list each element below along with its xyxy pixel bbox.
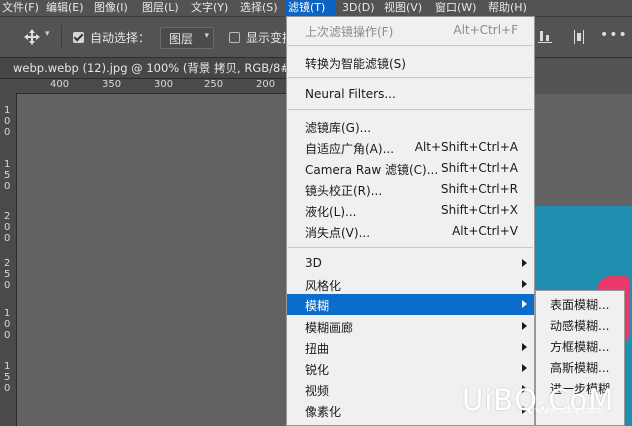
ruler-label-v: 200 <box>4 211 11 244</box>
watermark-url: www.uibq.com <box>535 406 601 416</box>
vertical-ruler[interactable]: 100 150 200 250 100 150 <box>0 93 17 426</box>
submenu-arrow-icon <box>522 343 527 351</box>
ruler-label-v: 100 <box>4 105 11 138</box>
submenu-arrow-icon <box>522 280 527 288</box>
menu-item-last-filter[interactable]: 上次滤镜操作(F) Alt+Ctrl+F <box>287 20 534 41</box>
ruler-label: 400 <box>50 79 70 90</box>
menu-help[interactable]: 帮助(H) <box>486 0 527 16</box>
menu-item-camera-raw[interactable]: Camera Raw 滤镜(C)... Shift+Ctrl+A <box>287 158 534 179</box>
menu-item-convert-smart-filter[interactable]: 转换为智能滤镜(S) <box>287 52 534 73</box>
layer-select-dropdown[interactable]: 图层 ▾ <box>160 27 214 49</box>
menu-type[interactable]: 文字(Y) <box>189 0 228 16</box>
menu-item-filter-gallery[interactable]: 滤镜库(G)... <box>287 116 534 137</box>
move-tool-icon[interactable] <box>23 28 41 46</box>
chevron-down-icon[interactable]: ▾ <box>45 29 50 39</box>
menu-item-vanishing-point[interactable]: 消失点(V)... Alt+Ctrl+V <box>287 221 534 242</box>
menu-item-3d[interactable]: 3D <box>287 253 534 274</box>
menu-separator <box>288 109 533 110</box>
menu-edit[interactable]: 编辑(E) <box>44 0 84 16</box>
chevron-down-icon: ▾ <box>204 31 209 41</box>
menu-3d[interactable]: 3D(D) <box>340 0 375 16</box>
submenu-arrow-icon <box>522 364 527 372</box>
submenu-arrow-icon <box>522 322 527 330</box>
distribute-icon[interactable] <box>571 29 587 45</box>
submenu-arrow-icon <box>522 300 527 308</box>
ruler-label: 250 <box>204 79 224 90</box>
submenu-item-box-blur[interactable]: 方框模糊... <box>550 338 609 355</box>
menu-bar: 文件(F) 编辑(E) 图像(I) 图层(L) 文字(Y) 选择(S) 滤镜(T… <box>0 0 632 17</box>
more-options-icon[interactable]: ••• <box>600 27 628 43</box>
submenu-item-gaussian-blur[interactable]: 高斯模糊... <box>550 359 609 376</box>
submenu-item-surface-blur[interactable]: 表面模糊... <box>550 296 609 313</box>
menu-layer[interactable]: 图层(L) <box>140 0 179 16</box>
menu-separator <box>288 77 533 78</box>
ruler-label-v: 250 <box>4 258 11 291</box>
menu-view[interactable]: 视图(V) <box>382 0 422 16</box>
ruler-label-v: 150 <box>4 159 11 192</box>
horizontal-ruler[interactable]: 400 350 300 250 200 <box>16 79 287 94</box>
align-bottom-icon[interactable] <box>537 29 553 45</box>
ruler-label: 300 <box>154 79 174 90</box>
layer-select-value: 图层 <box>169 32 194 46</box>
ruler-label-v: 100 <box>4 308 11 341</box>
submenu-item-motion-blur[interactable]: 动感模糊... <box>550 317 609 334</box>
menu-item-blur[interactable]: 模糊 <box>287 294 534 315</box>
ruler-label: 350 <box>102 79 122 90</box>
submenu-arrow-icon <box>522 259 527 267</box>
auto-select-label: 自动选择： <box>90 31 151 45</box>
menu-separator <box>288 45 533 46</box>
menu-item-lens-correction[interactable]: 镜头校正(R)... Shift+Ctrl+R <box>287 179 534 200</box>
menu-window[interactable]: 窗口(W) <box>433 0 476 16</box>
menu-item-liquify[interactable]: 液化(L)... Shift+Ctrl+X <box>287 200 534 221</box>
auto-select-checkbox[interactable] <box>73 32 84 43</box>
menu-file[interactable]: 文件(F) <box>0 0 39 16</box>
document-tab-title: webp.webp (12).jpg @ 100% (背景 拷贝, RGB/8#… <box>13 61 304 75</box>
ruler-corner[interactable] <box>0 79 16 93</box>
menu-select[interactable]: 选择(S) <box>238 0 278 16</box>
menu-item-blur-gallery[interactable]: 模糊画廊 <box>287 316 534 337</box>
menu-item-adaptive-wide-angle[interactable]: 自适应广角(A)... Alt+Shift+Ctrl+A <box>287 137 534 158</box>
menu-filter[interactable]: 滤镜(T) <box>286 0 336 16</box>
toolbar-divider <box>61 25 62 49</box>
menu-item-stylize[interactable]: 风格化 <box>287 274 534 295</box>
document-tab[interactable]: webp.webp (12).jpg @ 100% (背景 拷贝, RGB/8#… <box>0 58 304 79</box>
menu-item-sharpen[interactable]: 锐化 <box>287 358 534 379</box>
menu-image[interactable]: 图像(I) <box>92 0 128 16</box>
filter-menu: 上次滤镜操作(F) Alt+Ctrl+F 转换为智能滤镜(S) Neural F… <box>286 16 535 426</box>
menu-item-distort[interactable]: 扭曲 <box>287 337 534 358</box>
menu-separator <box>288 247 533 248</box>
ruler-label: 200 <box>256 79 276 90</box>
show-transform-label: 显示变换 <box>246 31 286 45</box>
ruler-label-v: 150 <box>4 361 11 394</box>
show-transform-checkbox[interactable] <box>229 32 240 43</box>
menu-item-neural-filters[interactable]: Neural Filters... <box>287 84 534 105</box>
